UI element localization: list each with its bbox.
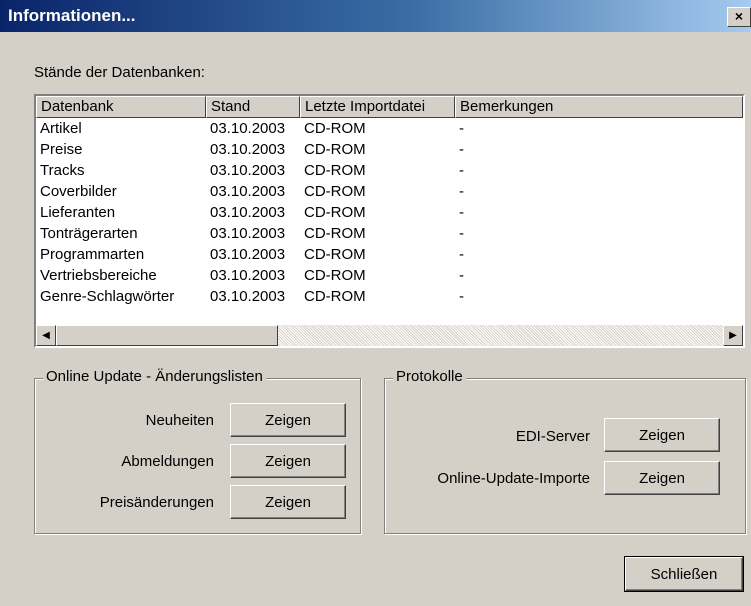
table-row[interactable]: Tracks 03.10.2003 CD-ROM - bbox=[36, 160, 743, 181]
table-row[interactable]: Vertriebsbereiche 03.10.2003 CD-ROM - bbox=[36, 265, 743, 286]
column-header-bemerkungen[interactable]: Bemerkungen bbox=[455, 96, 743, 118]
table-cell: 03.10.2003 bbox=[210, 288, 286, 305]
label-preisaenderungen: Preisänderungen bbox=[99, 494, 214, 511]
horizontal-scrollbar[interactable]: ◀ ▶ bbox=[36, 325, 743, 346]
label-abmeldungen: Abmeldungen bbox=[121, 453, 214, 470]
protokolle-title: Protokolle bbox=[393, 368, 466, 385]
section-label: Stände der Datenbanken: bbox=[34, 64, 205, 81]
right-arrow-icon[interactable]: ▶ bbox=[723, 325, 743, 346]
table-cell: CD-ROM bbox=[304, 225, 366, 242]
table-cell: Artikel bbox=[40, 120, 82, 137]
show-edi-server-button[interactable]: Zeigen bbox=[604, 418, 720, 452]
table-cell: CD-ROM bbox=[304, 141, 366, 158]
table-cell: 03.10.2003 bbox=[210, 141, 286, 158]
table-cell: - bbox=[459, 141, 464, 158]
table-cell: - bbox=[459, 162, 464, 179]
table-cell: Genre-Schlagwörter bbox=[40, 288, 175, 305]
table-cell: 03.10.2003 bbox=[210, 183, 286, 200]
table-cell: 03.10.2003 bbox=[210, 120, 286, 137]
label-online-update-importe: Online-Update-Importe bbox=[437, 470, 590, 487]
table-row[interactable]: Genre-Schlagwörter 03.10.2003 CD-ROM - bbox=[36, 286, 743, 307]
show-preisaenderungen-button[interactable]: Zeigen bbox=[230, 485, 346, 519]
table-cell: Lieferanten bbox=[40, 204, 116, 221]
column-header-importdatei[interactable]: Letzte Importdatei bbox=[300, 96, 455, 118]
table-row[interactable]: Lieferanten 03.10.2003 CD-ROM - bbox=[36, 202, 743, 223]
label-edi-server: EDI-Server bbox=[515, 428, 590, 445]
table-cell: Tonträgerarten bbox=[40, 225, 138, 242]
table-cell: 03.10.2003 bbox=[210, 162, 286, 179]
table-cell: - bbox=[459, 288, 464, 305]
show-online-update-importe-button[interactable]: Zeigen bbox=[604, 461, 720, 495]
info-dialog: Informationen... × Stände der Datenbanke… bbox=[0, 0, 751, 606]
table-cell: CD-ROM bbox=[304, 204, 366, 221]
table-cell: CD-ROM bbox=[304, 267, 366, 284]
table-cell: - bbox=[459, 267, 464, 284]
show-abmeldungen-button[interactable]: Zeigen bbox=[230, 444, 346, 478]
table-cell: Tracks bbox=[40, 162, 85, 179]
table-cell: CD-ROM bbox=[304, 162, 366, 179]
table-cell: CD-ROM bbox=[304, 120, 366, 137]
window-title: Informationen... bbox=[8, 6, 136, 25]
table-row[interactable]: Preise 03.10.2003 CD-ROM - bbox=[36, 139, 743, 160]
table-cell: 03.10.2003 bbox=[210, 246, 286, 263]
online-update-title: Online Update - Änderungslisten bbox=[43, 368, 266, 385]
protokolle-group: Protokolle bbox=[384, 368, 746, 534]
database-list[interactable]: Datenbank Stand Letzte Importdatei Bemer… bbox=[34, 94, 745, 348]
close-icon[interactable]: × bbox=[727, 7, 751, 27]
table-cell: 03.10.2003 bbox=[210, 225, 286, 242]
left-arrow-icon[interactable]: ◀ bbox=[36, 325, 56, 346]
table-cell: Coverbilder bbox=[40, 183, 117, 200]
table-cell: Preise bbox=[40, 141, 83, 158]
table-cell: Programmarten bbox=[40, 246, 145, 263]
table-cell: - bbox=[459, 225, 464, 242]
table-cell: - bbox=[459, 120, 464, 137]
table-cell: CD-ROM bbox=[304, 288, 366, 305]
table-cell: 03.10.2003 bbox=[210, 267, 286, 284]
table-cell: - bbox=[459, 246, 464, 263]
table-row[interactable]: Artikel 03.10.2003 CD-ROM - bbox=[36, 118, 743, 139]
show-neuheiten-button[interactable]: Zeigen bbox=[230, 403, 346, 437]
table-cell: CD-ROM bbox=[304, 246, 366, 263]
table-row[interactable]: Programmarten 03.10.2003 CD-ROM - bbox=[36, 244, 743, 265]
table-cell: 03.10.2003 bbox=[210, 204, 286, 221]
scrollbar-thumb[interactable] bbox=[56, 325, 278, 346]
title-bar[interactable]: Informationen... × bbox=[0, 0, 751, 32]
label-neuheiten: Neuheiten bbox=[145, 412, 214, 429]
table-cell: - bbox=[459, 204, 464, 221]
column-header-datenbank[interactable]: Datenbank bbox=[36, 96, 206, 118]
table-cell: Vertriebsbereiche bbox=[40, 267, 157, 284]
table-row[interactable]: Coverbilder 03.10.2003 CD-ROM - bbox=[36, 181, 743, 202]
list-header: Datenbank Stand Letzte Importdatei Bemer… bbox=[36, 96, 743, 118]
column-header-stand[interactable]: Stand bbox=[206, 96, 300, 118]
table-row[interactable]: Tonträgerarten 03.10.2003 CD-ROM - bbox=[36, 223, 743, 244]
close-button[interactable]: Schließen bbox=[624, 556, 744, 592]
table-cell: CD-ROM bbox=[304, 183, 366, 200]
table-cell: - bbox=[459, 183, 464, 200]
